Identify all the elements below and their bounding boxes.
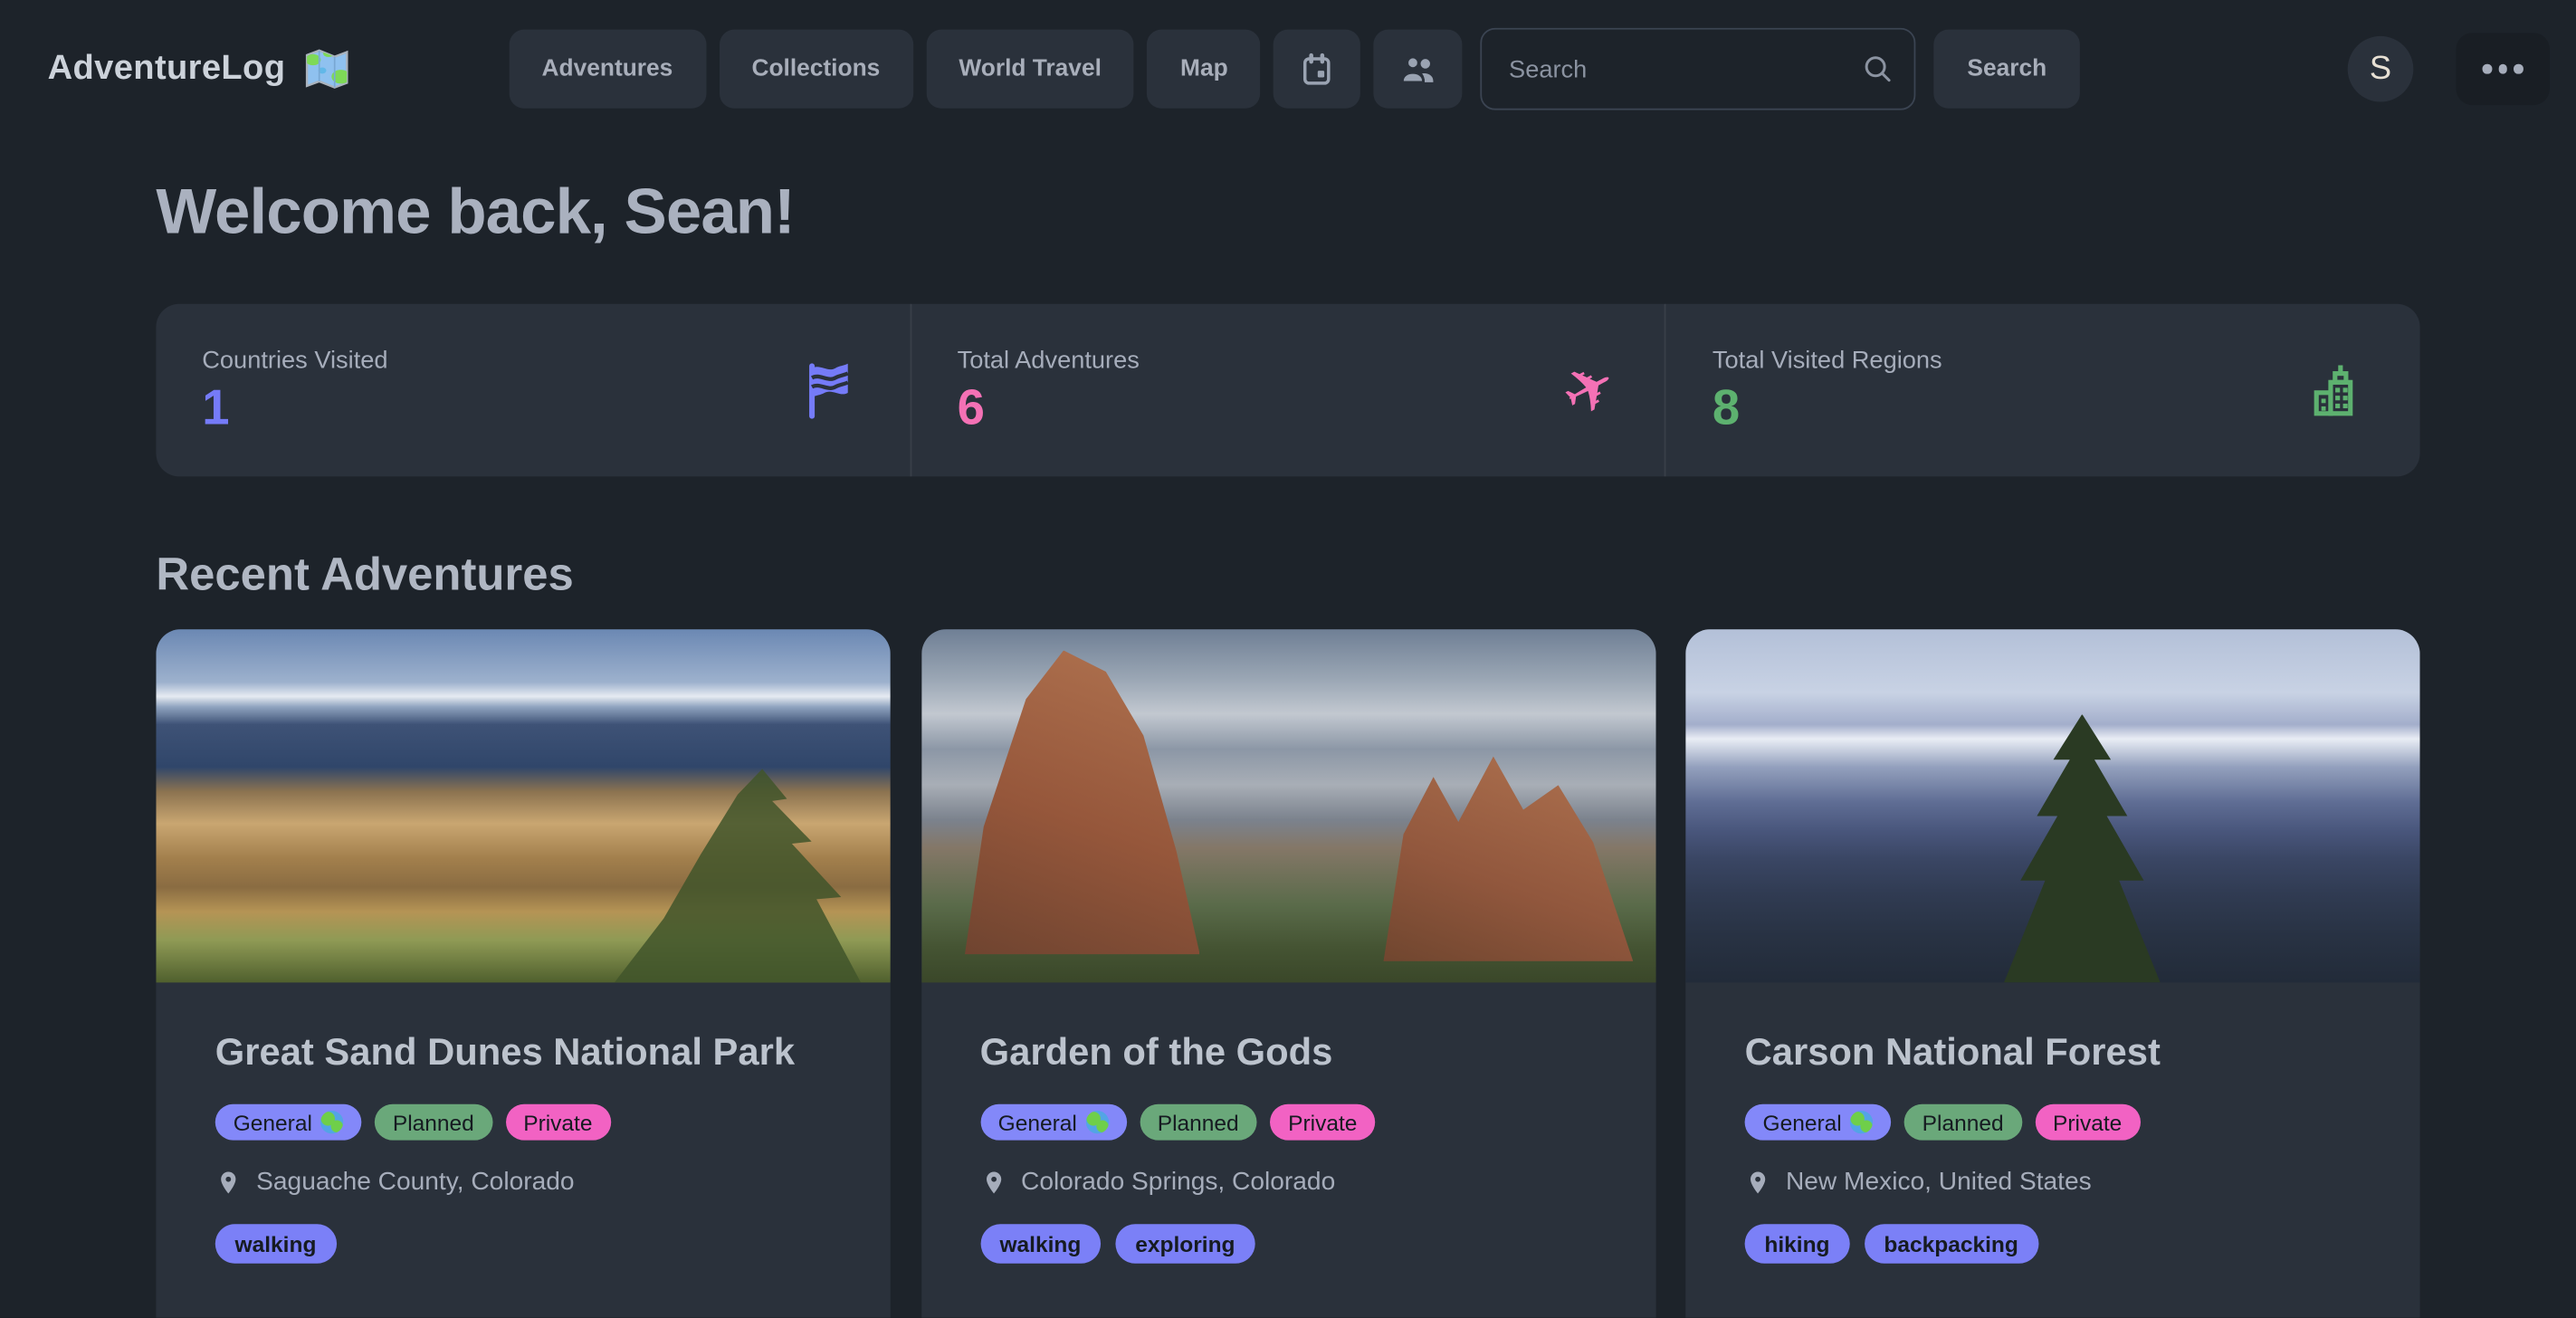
flag-icon (798, 359, 861, 422)
adventure-title: Garden of the Gods (980, 1026, 1597, 1081)
adventure-card-great-sand-dunes[interactable]: Great Sand Dunes National Park General P… (156, 629, 890, 1318)
stat-value: 1 (202, 385, 387, 434)
globe-emoji-icon (320, 1112, 343, 1134)
card-body: Garden of the Gods General Planned Priva… (921, 982, 1655, 1313)
app-title: AdventureLog (48, 49, 286, 89)
adventure-image[interactable] (1685, 629, 2419, 982)
activity-tag: walking (215, 1225, 336, 1265)
category-badge: General (1745, 1104, 1892, 1141)
visibility-badge: Private (1270, 1104, 1375, 1141)
globe-emoji-icon (1085, 1112, 1108, 1134)
badge-row: General Planned Private (215, 1104, 832, 1141)
badge-label: General (234, 1111, 312, 1135)
status-badge: Planned (1140, 1104, 1257, 1141)
stat-countries-visited: Countries Visited 1 (156, 304, 910, 477)
card-body: Carson National Forest General Planned P… (1685, 982, 2419, 1313)
ellipsis-icon (2514, 64, 2523, 73)
activity-tag: backpacking (1865, 1225, 2038, 1265)
stat-label: Countries Visited (202, 347, 387, 375)
status-badge: Planned (1904, 1104, 2022, 1141)
main-content: Welcome back, Sean! Countries Visited 1 (0, 177, 2576, 1318)
search-button[interactable]: Search (1934, 30, 2079, 109)
location-text: Colorado Springs, Colorado (1021, 1169, 1335, 1199)
nav-adventures[interactable]: Adventures (509, 30, 705, 109)
search-icon (1860, 51, 1896, 87)
location-pin-icon (980, 1167, 1007, 1199)
category-badge: General (980, 1104, 1127, 1141)
calendar-icon (1299, 50, 1337, 88)
location-pin-icon (215, 1167, 242, 1199)
avatar-initial: S (2370, 50, 2391, 88)
visibility-badge: Private (2035, 1104, 2140, 1141)
activity-tag: exploring (1115, 1225, 1255, 1265)
location-pin-icon (1745, 1167, 1771, 1199)
nav-collections[interactable]: Collections (719, 30, 912, 109)
search-box (1481, 28, 1916, 110)
tag-row: walking exploring (980, 1225, 1597, 1265)
stats-panel: Countries Visited 1 Total Adventures 6 (156, 304, 2419, 477)
category-badge: General (215, 1104, 362, 1141)
nav-world-travel[interactable]: World Travel (926, 30, 1134, 109)
badge-row: General Planned Private (1745, 1104, 2361, 1141)
adventure-card-garden-of-the-gods[interactable]: Garden of the Gods General Planned Priva… (921, 629, 1655, 1318)
adventure-card-carson-national-forest[interactable]: Carson National Forest General Planned P… (1685, 629, 2419, 1318)
calendar-button[interactable] (1274, 30, 1360, 109)
visibility-badge: Private (505, 1104, 610, 1141)
tag-row: hiking backpacking (1745, 1225, 2361, 1265)
stat-label: Total Adventures (958, 347, 1140, 375)
navbar: AdventureLog Adventures Collections Worl… (0, 0, 2576, 138)
users-icon (1398, 49, 1438, 89)
stat-label: Total Visited Regions (1713, 347, 1942, 375)
activity-tag: hiking (1745, 1225, 1850, 1265)
city-icon (2305, 358, 2371, 424)
badge-row: General Planned Private (980, 1104, 1597, 1141)
overflow-menu-button[interactable] (2456, 33, 2549, 105)
status-badge: Planned (375, 1104, 492, 1141)
adventure-image[interactable] (921, 629, 1655, 982)
badge-label: General (1763, 1111, 1842, 1135)
world-map-icon (302, 44, 351, 93)
activity-tag: walking (980, 1225, 1101, 1265)
adventure-image[interactable] (156, 629, 890, 982)
globe-emoji-icon (1850, 1112, 1873, 1134)
card-body: Great Sand Dunes National Park General P… (156, 982, 890, 1313)
users-button[interactable] (1374, 30, 1463, 109)
welcome-heading: Welcome back, Sean! (156, 177, 2419, 250)
badge-label: General (998, 1111, 1077, 1135)
location-text: New Mexico, United States (1786, 1169, 2092, 1199)
adventure-cards: Great Sand Dunes National Park General P… (156, 629, 2419, 1318)
ellipsis-icon (2483, 64, 2492, 73)
stat-value: 6 (958, 385, 1140, 434)
stat-value: 8 (1713, 385, 1942, 434)
avatar[interactable]: S (2348, 36, 2414, 102)
brand[interactable]: AdventureLog (48, 44, 351, 93)
tag-row: walking (215, 1225, 832, 1265)
stat-total-visited-regions: Total Visited Regions 8 (1665, 304, 2419, 477)
nav-links: Adventures Collections World Travel Map (509, 30, 1463, 109)
airplane-icon: ✈ (1563, 359, 1616, 422)
search-area: Search (1481, 28, 2079, 110)
app-window: AdventureLog Adventures Collections Worl… (0, 0, 2576, 1318)
ellipsis-icon (2498, 64, 2507, 73)
adventure-title: Carson National Forest (1745, 1026, 2361, 1081)
recent-adventures-heading: Recent Adventures (156, 549, 2419, 601)
stat-total-adventures: Total Adventures 6 ✈ (910, 304, 1665, 477)
location-row: Colorado Springs, Colorado (980, 1167, 1597, 1199)
navbar-right: S (2348, 33, 2550, 105)
nav-map[interactable]: Map (1148, 30, 1261, 109)
location-row: Saguache County, Colorado (215, 1167, 832, 1199)
location-row: New Mexico, United States (1745, 1167, 2361, 1199)
search-input[interactable] (1481, 28, 1916, 110)
location-text: Saguache County, Colorado (256, 1169, 574, 1199)
adventure-title: Great Sand Dunes National Park (215, 1026, 832, 1081)
